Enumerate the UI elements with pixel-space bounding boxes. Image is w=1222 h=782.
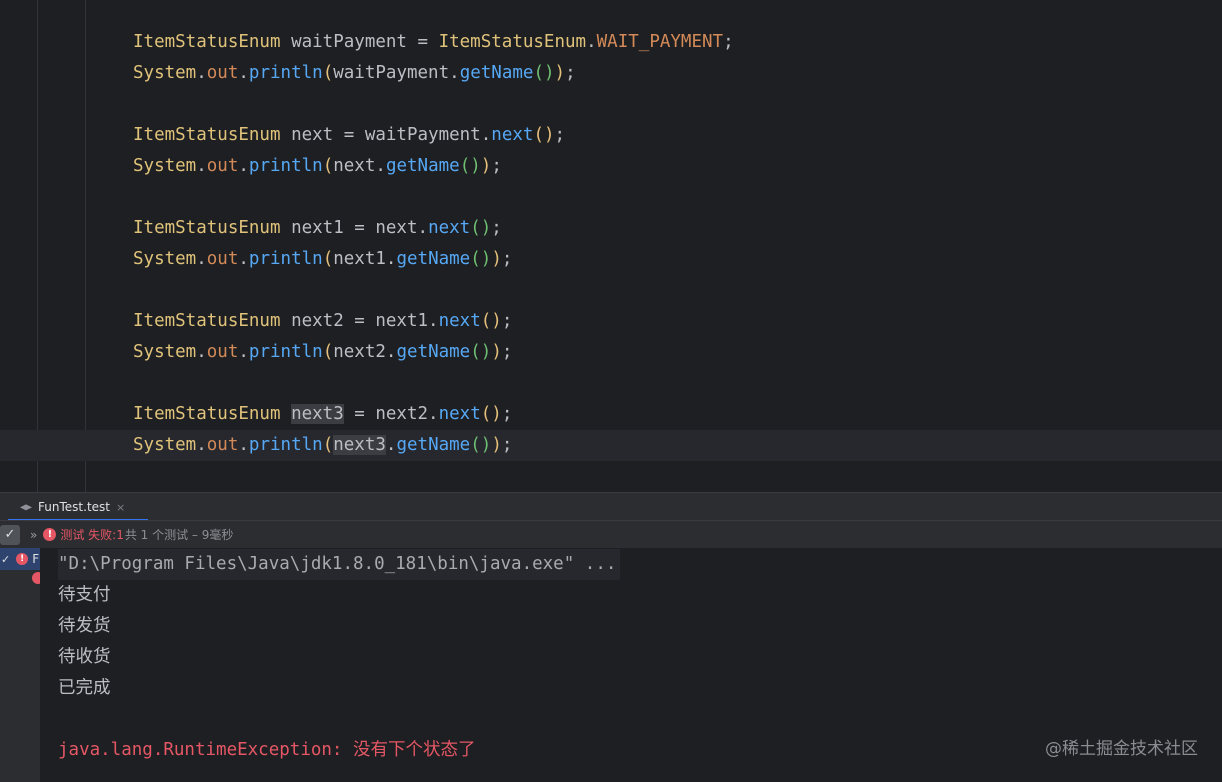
exception-message: 没有下个状态了 [353,740,476,760]
code-editor[interactable]: ItemStatusEnum waitPayment = ItemStatusE… [0,0,1222,492]
test-summary: 共 1 个测试 – 9毫秒 [124,528,234,542]
tab-funtest[interactable]: ◀▶ FunTest.test × [8,493,148,521]
code-line[interactable]: ItemStatusEnum waitPayment = ItemStatusE… [133,27,734,58]
watermark: @稀土掘金技术社区 [1045,739,1198,759]
expand-chevron-icon[interactable]: » [30,528,37,542]
console-output-line: 待收货 [58,647,111,667]
indent-guide [85,0,86,492]
console-command-line: "D:\Program Files\Java\jdk1.8.0_181\bin\… [58,549,621,580]
console-exception-line: java.lang.RuntimeException: 没有下个状态了 [58,735,476,766]
code-line[interactable]: System.out.println(next.getName()); [133,151,502,182]
code-line[interactable]: ItemStatusEnum next = waitPayment.next()… [133,120,565,151]
failed-count: 1 [116,527,124,542]
indent-guide [37,0,38,492]
exception-class-link[interactable]: java.lang.RuntimeException: [58,740,342,760]
error-icon: ! [16,553,29,565]
code-line[interactable]: ItemStatusEnum next3 = next2.next(); [133,399,512,430]
run-config-icon: ◀▶ [20,501,33,513]
console-output-line: 待发货 [58,616,111,636]
console-output-line: 待支付 [58,585,111,605]
error-icon: ! [43,528,57,541]
test-failed-label: 测试 失败: [60,528,117,542]
code-line[interactable]: System.out.println(next2.getName()); [133,337,512,368]
show-passed-toggle-button[interactable]: ✓ [0,524,20,545]
tab-label: FunTest.test [38,500,110,514]
code-line[interactable]: ItemStatusEnum next1 = next.next(); [133,213,502,244]
test-status-bar: ✓ » ! 测试 失败: 1 共 1 个测试 – 9毫秒 [0,520,1222,548]
highlighted-identifier: next3 [291,404,344,424]
test-tree-row-selected[interactable]: ✓ ! F [0,548,40,570]
tree-item-label: F [32,552,40,566]
code-line[interactable]: System.out.println(next1.getName()); [133,244,512,275]
test-tree: ✓ ! F [0,548,44,782]
close-icon[interactable]: × [116,501,125,514]
code-line[interactable]: System.out.println(next3.getName()); [133,430,512,461]
run-tool-window-header: ◀▶ FunTest.test × [0,492,1222,521]
console-output-line: 已完成 [58,678,111,698]
chevron-down-icon[interactable]: ✓ [1,553,10,566]
code-line[interactable]: System.out.println(waitPayment.getName()… [133,58,576,89]
code-line[interactable]: ItemStatusEnum next2 = next1.next(); [133,306,512,337]
